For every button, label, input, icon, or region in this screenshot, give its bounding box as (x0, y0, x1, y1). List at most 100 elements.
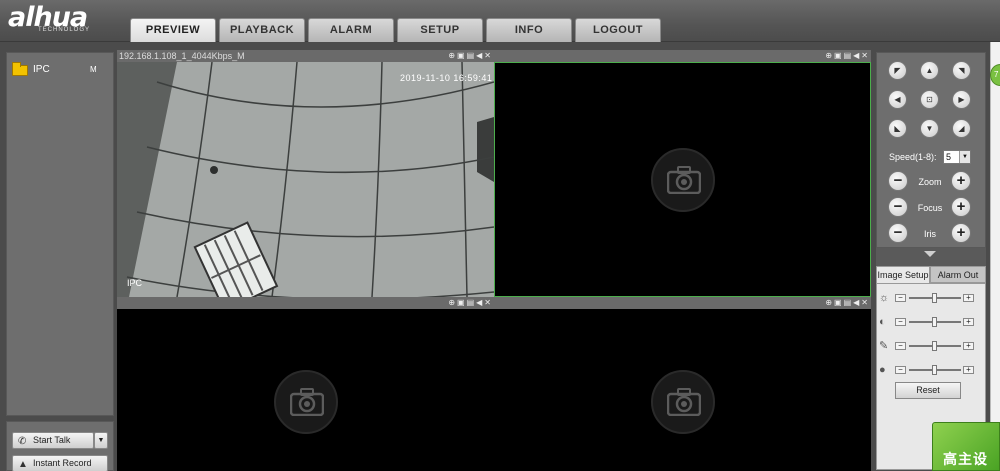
hue-increase-button[interactable]: + (963, 366, 974, 374)
brand-tagline: TECHNOLOGY (38, 27, 91, 33)
promo-widget[interactable]: 高主设 (932, 422, 1000, 471)
collapse-arrow-icon[interactable] (924, 251, 936, 257)
tab-preview[interactable]: PREVIEW (130, 18, 216, 42)
zoom-in-icon[interactable]: ⊕ (448, 50, 455, 62)
close-icon[interactable]: ✕ (861, 50, 868, 62)
cell-controls: ⊕ ▣ ▤ ◀ ✕ (448, 50, 491, 62)
zoom-in-icon[interactable]: ⊕ (825, 297, 832, 309)
saturation-row: ✎ − + (879, 340, 975, 352)
ptz-down-left-icon[interactable]: ◣ (888, 119, 907, 138)
cell-controls: ⊕ ▣ ▤ ◀ ✕ (825, 297, 868, 309)
record-icon[interactable]: ▤ (844, 50, 852, 62)
folder-icon (12, 62, 28, 76)
record-icon[interactable]: ▤ (467, 297, 475, 309)
tab-image-setup[interactable]: Image Setup (876, 266, 930, 283)
ceiling-video-image (117, 62, 494, 297)
empty-video-screen (117, 309, 494, 471)
cell-toolbar: ⊕ ▣ ▤ ◀ ✕ (494, 297, 871, 309)
hue-decrease-button[interactable]: − (895, 366, 906, 374)
contrast-increase-button[interactable]: + (963, 318, 974, 326)
camera-placeholder-icon (273, 370, 338, 434)
ptz-down-right-icon[interactable]: ◢ (952, 119, 971, 138)
tab-alarm-out[interactable]: Alarm Out (930, 266, 986, 283)
browser-scrollbar[interactable] (990, 42, 1000, 471)
video-cell-1[interactable]: 192.168.1.108_1_4044Kbps_M ⊕ ▣ ▤ ◀ ✕ 201… (117, 50, 494, 297)
ptz-up-icon[interactable]: ▲ (920, 61, 939, 80)
iris-close-button[interactable]: − (888, 223, 908, 243)
slider-knob[interactable] (932, 365, 937, 375)
device-label: IPC (33, 64, 50, 75)
brightness-decrease-button[interactable]: − (895, 294, 906, 302)
ptz-image-panel: ◤ ▲ ◥ ◀ ⊡ ▶ ◣ ▼ ◢ Speed(1-8): 5 ▼ − Zoom… (876, 52, 986, 470)
audio-icon[interactable]: ◀ (476, 50, 482, 62)
video-cell-3[interactable]: ⊕ ▣ ▤ ◀ ✕ (117, 297, 494, 471)
zoom-in-button[interactable]: + (951, 171, 971, 191)
record-icon[interactable]: ▤ (467, 50, 475, 62)
contrast-decrease-button[interactable]: − (895, 318, 906, 326)
tab-playback[interactable]: PLAYBACK (219, 18, 305, 42)
focus-near-button[interactable]: − (888, 197, 908, 217)
contrast-icon: ◐ (879, 316, 886, 328)
slider-knob[interactable] (932, 341, 937, 351)
ptz-right-icon[interactable]: ▶ (952, 90, 971, 109)
brightness-slider[interactable] (909, 293, 961, 303)
talk-dropdown-button[interactable]: ▼ (94, 432, 108, 449)
start-talk-button[interactable]: ✆ Start Talk (12, 432, 94, 449)
ptz-center-zoom-icon[interactable]: ⊡ (920, 90, 939, 109)
hue-slider[interactable] (909, 365, 961, 375)
speed-select[interactable]: 5 ▼ (943, 150, 971, 164)
tab-logout[interactable]: LOGOUT (575, 18, 661, 42)
record-icon[interactable]: ▤ (844, 297, 852, 309)
image-panel-tabs: Image Setup Alarm Out (876, 266, 986, 283)
top-header: alhua TECHNOLOGY PREVIEW PLAYBACK ALARM … (0, 0, 1000, 42)
instant-record-button[interactable]: ▲ Instant Record (12, 455, 108, 471)
device-item-ipc[interactable]: IPC M (12, 62, 108, 77)
contrast-row: ◐ − + (879, 316, 975, 328)
reset-button[interactable]: Reset (895, 382, 961, 399)
promo-text: 高主设 (943, 451, 988, 467)
device-stream-badge: M (90, 65, 97, 74)
brightness-increase-button[interactable]: + (963, 294, 974, 302)
saturation-slider[interactable] (909, 341, 961, 351)
slider-knob[interactable] (932, 293, 937, 303)
cell-title: 192.168.1.108_1_4044Kbps_M (119, 51, 245, 61)
saturation-decrease-button[interactable]: − (895, 342, 906, 350)
zoom-in-icon[interactable]: ⊕ (825, 50, 832, 62)
osd-timestamp: 2019-11-10 16:59:41 (400, 73, 493, 83)
saturation-increase-button[interactable]: + (963, 342, 974, 350)
speed-label: Speed(1-8): (889, 152, 937, 162)
zoom-in-icon[interactable]: ⊕ (448, 297, 455, 309)
cell-controls: ⊕ ▣ ▤ ◀ ✕ (825, 50, 868, 62)
ptz-up-left-icon[interactable]: ◤ (888, 61, 907, 80)
tab-info[interactable]: INFO (486, 18, 572, 42)
instant-record-label: Instant Record (33, 458, 92, 468)
tab-alarm[interactable]: ALARM (308, 18, 394, 42)
hue-row: ● − + (879, 364, 975, 376)
audio-icon[interactable]: ◀ (476, 297, 482, 309)
close-icon[interactable]: ✕ (861, 297, 868, 309)
focus-far-button[interactable]: + (951, 197, 971, 217)
chevron-down-icon: ▼ (97, 437, 105, 444)
tab-setup[interactable]: SETUP (397, 18, 483, 42)
hue-icon: ● (879, 364, 886, 376)
close-icon[interactable]: ✕ (484, 297, 491, 309)
ptz-down-icon[interactable]: ▼ (920, 119, 939, 138)
device-list-panel: IPC M (6, 52, 114, 416)
close-icon[interactable]: ✕ (484, 50, 491, 62)
cell-toolbar: ⊕ ▣ ▤ ◀ ✕ (117, 297, 494, 309)
video-cell-4[interactable]: ⊕ ▣ ▤ ◀ ✕ (494, 297, 871, 471)
video-cell-2[interactable]: ⊕ ▣ ▤ ◀ ✕ (494, 50, 871, 297)
cell-toolbar: ⊕ ▣ ▤ ◀ ✕ (494, 50, 871, 62)
slider-knob[interactable] (932, 317, 937, 327)
snapshot-icon[interactable]: ▣ (457, 297, 465, 309)
ptz-up-right-icon[interactable]: ◥ (952, 61, 971, 80)
snapshot-icon[interactable]: ▣ (457, 50, 465, 62)
snapshot-icon[interactable]: ▣ (834, 50, 842, 62)
audio-icon[interactable]: ◀ (853, 50, 859, 62)
audio-icon[interactable]: ◀ (853, 297, 859, 309)
zoom-out-button[interactable]: − (888, 171, 908, 191)
contrast-slider[interactable] (909, 317, 961, 327)
ptz-left-icon[interactable]: ◀ (888, 90, 907, 109)
snapshot-icon[interactable]: ▣ (834, 297, 842, 309)
iris-open-button[interactable]: + (951, 223, 971, 243)
